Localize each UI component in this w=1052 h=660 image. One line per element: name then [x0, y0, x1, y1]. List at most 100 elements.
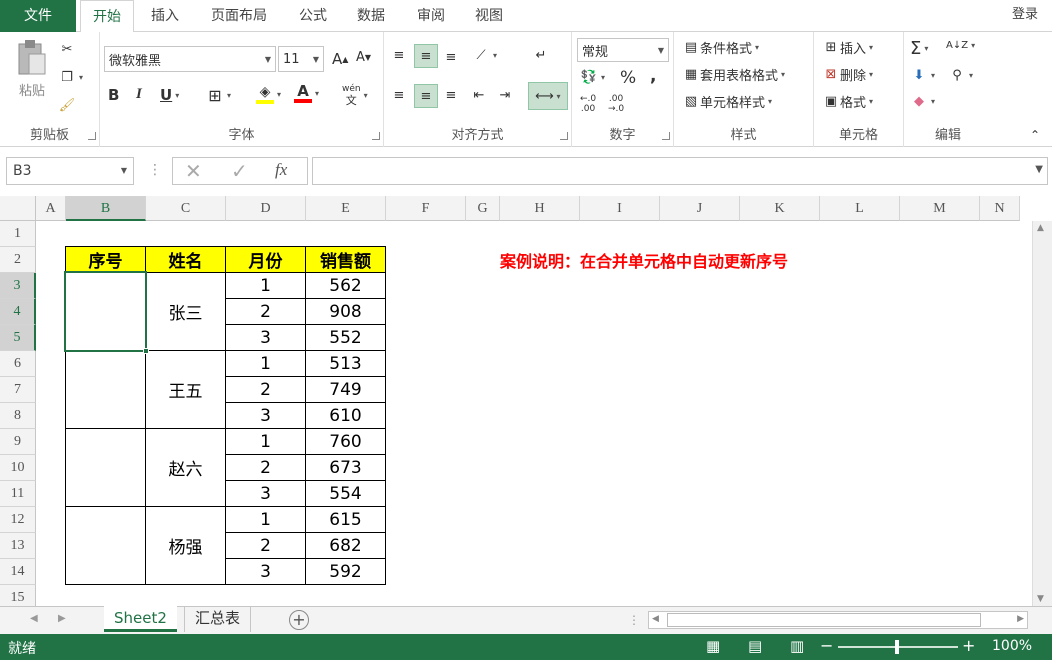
alignment-launcher-icon[interactable]	[560, 132, 568, 140]
percent-button[interactable]: %	[620, 68, 636, 88]
sales-cell[interactable]: 908	[306, 299, 386, 325]
underline-button[interactable]: U ▾	[160, 86, 179, 104]
tab-view[interactable]: 视图	[462, 0, 516, 32]
delete-cells-button[interactable]: ⊠ 删除 ▾	[822, 65, 873, 84]
fill-color-button[interactable]: ◈ ▾	[256, 84, 281, 104]
column-header-d[interactable]: D	[226, 196, 306, 221]
format-cells-button[interactable]: ▣ 格式 ▾	[822, 92, 873, 111]
expand-formula-icon[interactable]: ▼	[1035, 164, 1043, 175]
month-cell[interactable]: 1	[226, 429, 306, 455]
decrease-indent-button[interactable]: ⇤	[470, 86, 488, 104]
row-header-6[interactable]: 6	[0, 351, 36, 377]
comma-button[interactable]: ,	[650, 66, 656, 86]
column-header-j[interactable]: J	[660, 196, 740, 221]
format-painter-button[interactable]: 🖌	[58, 96, 76, 114]
month-cell[interactable]: 3	[226, 559, 306, 585]
tab-formulas[interactable]: 公式	[288, 0, 338, 32]
row-header-2[interactable]: 2	[0, 247, 36, 273]
sales-cell[interactable]: 513	[306, 351, 386, 377]
phonetic-button[interactable]: wén 文 ▾	[342, 84, 368, 106]
scroll-right-icon[interactable]: ▶	[1017, 614, 1024, 624]
clipboard-launcher-icon[interactable]	[88, 132, 96, 140]
column-header-h[interactable]: H	[500, 196, 580, 221]
zoom-slider-thumb[interactable]	[895, 640, 899, 654]
row-header-13[interactable]: 13	[0, 533, 36, 559]
tab-insert[interactable]: 插入	[140, 0, 190, 32]
tab-data[interactable]: 数据	[346, 0, 396, 32]
merged-name-cell[interactable]: 赵六	[146, 429, 226, 507]
column-header-l[interactable]: L	[820, 196, 900, 221]
add-sheet-button[interactable]: +	[289, 610, 309, 630]
align-right-button[interactable]: ≡	[442, 86, 460, 104]
sales-cell[interactable]: 615	[306, 507, 386, 533]
prev-sheet-icon[interactable]: ◀	[30, 613, 38, 624]
autosum-button[interactable]: Σ ▾	[910, 38, 928, 59]
sales-cell[interactable]: 760	[306, 429, 386, 455]
merged-name-cell[interactable]: 王五	[146, 351, 226, 429]
scroll-thumb[interactable]	[667, 613, 981, 627]
formula-input[interactable]: ▼	[312, 157, 1048, 185]
format-as-table-button[interactable]: ▦ 套用表格格式 ▾	[682, 65, 785, 84]
month-cell[interactable]: 1	[226, 507, 306, 533]
sort-filter-button[interactable]: A↓Z ▾	[946, 40, 975, 51]
zoom-in-button[interactable]: +	[962, 636, 975, 655]
merged-index-cell[interactable]	[65, 429, 146, 507]
merged-index-cell[interactable]	[65, 351, 146, 429]
sheet-tab-summary[interactable]: 汇总表	[184, 606, 252, 632]
month-cell[interactable]: 3	[226, 403, 306, 429]
merged-name-cell[interactable]: 张三	[146, 273, 226, 351]
month-cell[interactable]: 2	[226, 533, 306, 559]
orientation-button[interactable]: ⟋ ▾	[472, 46, 497, 64]
column-header-k[interactable]: K	[740, 196, 820, 221]
copy-button[interactable]: ❐ ▾	[58, 68, 83, 86]
month-cell[interactable]: 3	[226, 325, 306, 351]
font-size-select[interactable]: 11 ▼	[278, 46, 324, 72]
font-name-select[interactable]: 微软雅黑 ▼	[104, 46, 276, 72]
next-sheet-icon[interactable]: ▶	[58, 613, 66, 624]
row-header-8[interactable]: 8	[0, 403, 36, 429]
vertical-scrollbar[interactable]: ▲ ▼	[1032, 221, 1052, 606]
month-cell[interactable]: 1	[226, 273, 306, 299]
row-header-7[interactable]: 7	[0, 377, 36, 403]
shrink-font-button[interactable]: A ▼	[356, 50, 371, 65]
scroll-down-icon[interactable]: ▼	[1037, 594, 1044, 604]
merge-center-button[interactable]: ⟷ ▾	[528, 82, 568, 110]
column-header-m[interactable]: M	[900, 196, 980, 221]
worksheet-grid[interactable]: ABCDEFGHIJKLMN 1 2 3 4 5 6 7 8 9 10 11 12 13 14 15 序号姓…	[0, 196, 1052, 606]
page-break-view-icon[interactable]: ▥	[790, 637, 804, 655]
row-header-10[interactable]: 10	[0, 455, 36, 481]
sales-cell[interactable]: 592	[306, 559, 386, 585]
currency-button[interactable]: 💱 ▾	[580, 68, 605, 86]
sales-cell[interactable]: 552	[306, 325, 386, 351]
month-cell[interactable]: 2	[226, 377, 306, 403]
sales-cell[interactable]: 562	[306, 273, 386, 299]
merged-index-cell[interactable]	[65, 507, 146, 585]
sales-cell[interactable]: 749	[306, 377, 386, 403]
fill-button[interactable]: ⬇ ▾	[910, 66, 935, 84]
month-cell[interactable]: 2	[226, 299, 306, 325]
row-header-4[interactable]: 4	[0, 299, 36, 325]
zoom-out-button[interactable]: −	[820, 636, 833, 655]
sheet-tab-sheet2[interactable]: Sheet2	[104, 606, 177, 632]
align-top-button[interactable]: ≡	[390, 46, 408, 64]
column-header-e[interactable]: E	[306, 196, 386, 221]
italic-button[interactable]: I	[136, 86, 142, 103]
sales-cell[interactable]: 673	[306, 455, 386, 481]
scroll-left-icon[interactable]: ◀	[652, 614, 659, 624]
zoom-level[interactable]: 100%	[992, 638, 1032, 654]
cut-button[interactable]: ✂	[58, 40, 76, 58]
column-header-n[interactable]: N	[980, 196, 1020, 221]
tab-file[interactable]: 文件	[0, 0, 76, 32]
login-link[interactable]: 登录	[1012, 0, 1052, 32]
scroll-up-icon[interactable]: ▲	[1037, 223, 1044, 233]
month-cell[interactable]: 2	[226, 455, 306, 481]
sales-cell[interactable]: 682	[306, 533, 386, 559]
table-header-cell[interactable]: 销售额	[306, 246, 386, 273]
column-header-a[interactable]: A	[36, 196, 66, 221]
row-header-9[interactable]: 9	[0, 429, 36, 455]
increase-indent-button[interactable]: ⇥	[496, 86, 514, 104]
month-cell[interactable]: 1	[226, 351, 306, 377]
cell-styles-button[interactable]: ▧ 单元格样式 ▾	[682, 92, 772, 111]
collapse-ribbon-button[interactable]: ⌃	[1030, 128, 1040, 142]
tab-home[interactable]: 开始	[80, 0, 134, 33]
